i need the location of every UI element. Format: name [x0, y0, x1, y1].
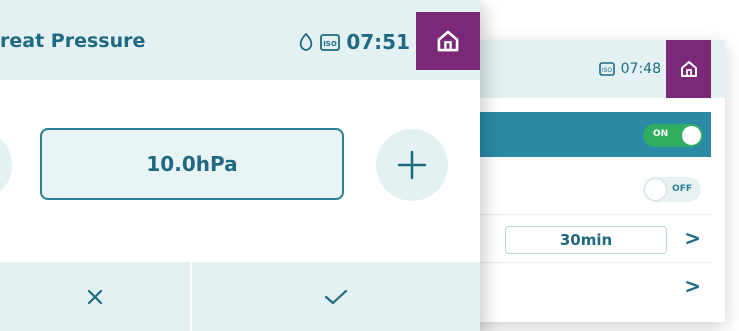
toggle-switch-off[interactable]: OFF [643, 177, 701, 202]
leaf-icon [298, 33, 314, 51]
chevron-right-icon[interactable]: > [684, 274, 701, 298]
front-clock: 07:51 [346, 30, 410, 54]
toggle-on-label: ON [653, 129, 669, 139]
action-footer [0, 262, 480, 331]
toggle-knob [682, 126, 701, 145]
chevron-right-icon[interactable]: > [684, 226, 701, 250]
next-row[interactable]: > [455, 264, 711, 310]
front-header: reat Pressure ISO 07:51 [0, 0, 480, 80]
plus-icon [395, 148, 429, 182]
pressure-setting-screen: reat Pressure ISO 07:51 10.0hPa [0, 0, 480, 331]
svg-text:ISO: ISO [601, 67, 612, 74]
iso-icon: ISO [320, 33, 341, 51]
front-status-bar: ISO 07:51 [260, 28, 410, 56]
back-clock: 07:48 [620, 61, 661, 77]
back-status-bar: ISO 07:48 [575, 40, 661, 98]
enabled-setting-row: ON [455, 112, 711, 157]
pressure-value-display: 10.0hPa [40, 128, 344, 200]
back-header: ISO 07:48 [455, 40, 725, 98]
iso-icon: ISO [598, 62, 615, 76]
toggle-knob [645, 179, 666, 200]
svg-text:ISO: ISO [324, 40, 338, 48]
increase-button[interactable] [376, 129, 448, 201]
home-icon [679, 59, 699, 79]
toggle-switch-on[interactable]: ON [643, 124, 703, 147]
toggle-off-label: OFF [672, 184, 692, 194]
home-icon [435, 28, 461, 54]
page-title: reat Pressure [0, 30, 146, 52]
back-home-button[interactable] [666, 40, 711, 98]
check-icon [323, 288, 349, 306]
close-icon [86, 288, 104, 306]
secondary-settings-screen: ISO 07:48 ON OFF 30min > > [455, 40, 725, 322]
duration-row[interactable]: 30min > [455, 216, 711, 263]
home-button[interactable] [416, 12, 480, 70]
decrease-button[interactable] [0, 129, 12, 201]
duration-value[interactable]: 30min [505, 226, 667, 254]
cancel-button[interactable] [0, 262, 192, 331]
confirm-button[interactable] [192, 262, 480, 331]
disabled-setting-row: OFF [455, 166, 711, 215]
